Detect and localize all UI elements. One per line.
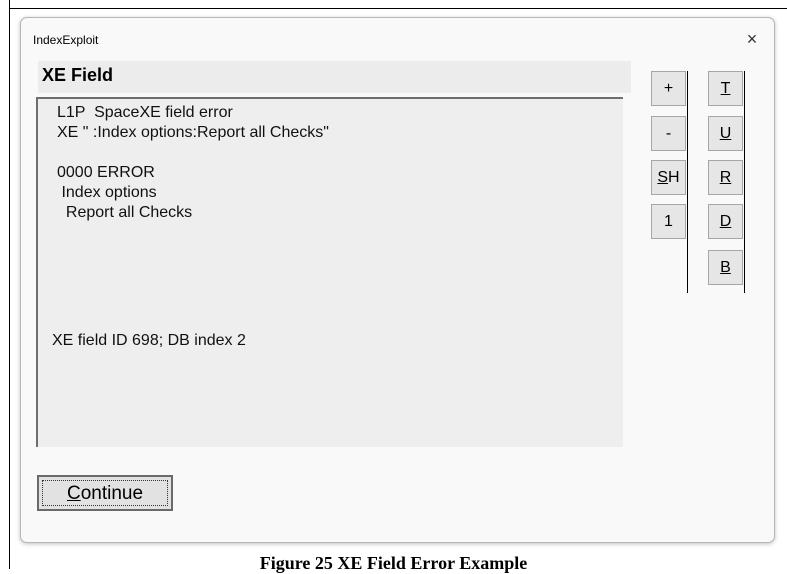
column-divider — [744, 71, 745, 293]
message-line: L1P SpaceXE field error — [57, 104, 233, 121]
minus-button[interactable]: - — [651, 116, 686, 151]
sh-rest: H — [668, 169, 680, 186]
window-title: IndexExploit — [33, 33, 99, 47]
title-bar: IndexExploit × — [21, 18, 774, 62]
plus-button[interactable]: + — [651, 71, 686, 106]
continue-label: Continue — [42, 480, 168, 506]
u-button-label: U — [719, 125, 732, 142]
message-line: XE " :Index options:Report all Checks" — [57, 124, 329, 141]
d-button[interactable]: D — [708, 204, 743, 239]
continue-accel-letter: C — [66, 483, 81, 504]
sh-button[interactable]: SH — [651, 160, 686, 195]
figure-caption: Figure 25 XE Field Error Example — [259, 553, 528, 573]
close-icon[interactable]: × — [738, 26, 766, 52]
u-button[interactable]: U — [708, 116, 743, 151]
column-divider — [687, 71, 688, 293]
message-line: Index options — [57, 184, 157, 201]
b-button[interactable]: B — [708, 250, 743, 285]
one-button[interactable]: 1 — [651, 204, 686, 239]
field-header: XE Field — [38, 61, 631, 93]
continue-rest: ontinue — [80, 483, 144, 504]
t-button[interactable]: T — [708, 71, 743, 106]
sh-accel-letter: S — [657, 169, 669, 186]
r-button[interactable]: R — [708, 160, 743, 195]
t-button-label: T — [720, 80, 731, 97]
r-button-label: R — [719, 169, 732, 186]
b-button-label: B — [720, 259, 731, 276]
message-line: XE field ID 698; DB index 2 — [52, 332, 246, 349]
page-border-left — [9, 0, 10, 569]
message-box: L1P SpaceXE field error XE " :Index opti… — [36, 97, 623, 447]
message-line: 0000 ERROR — [57, 164, 155, 181]
d-button-label: D — [719, 213, 732, 230]
page-border-top — [9, 8, 787, 9]
dialog-window: IndexExploit × XE Field L1P SpaceXE fiel… — [20, 17, 775, 543]
continue-button[interactable]: Continue — [37, 475, 173, 511]
field-title: XE Field — [42, 65, 114, 85]
message-line: Report all Checks — [57, 204, 193, 221]
